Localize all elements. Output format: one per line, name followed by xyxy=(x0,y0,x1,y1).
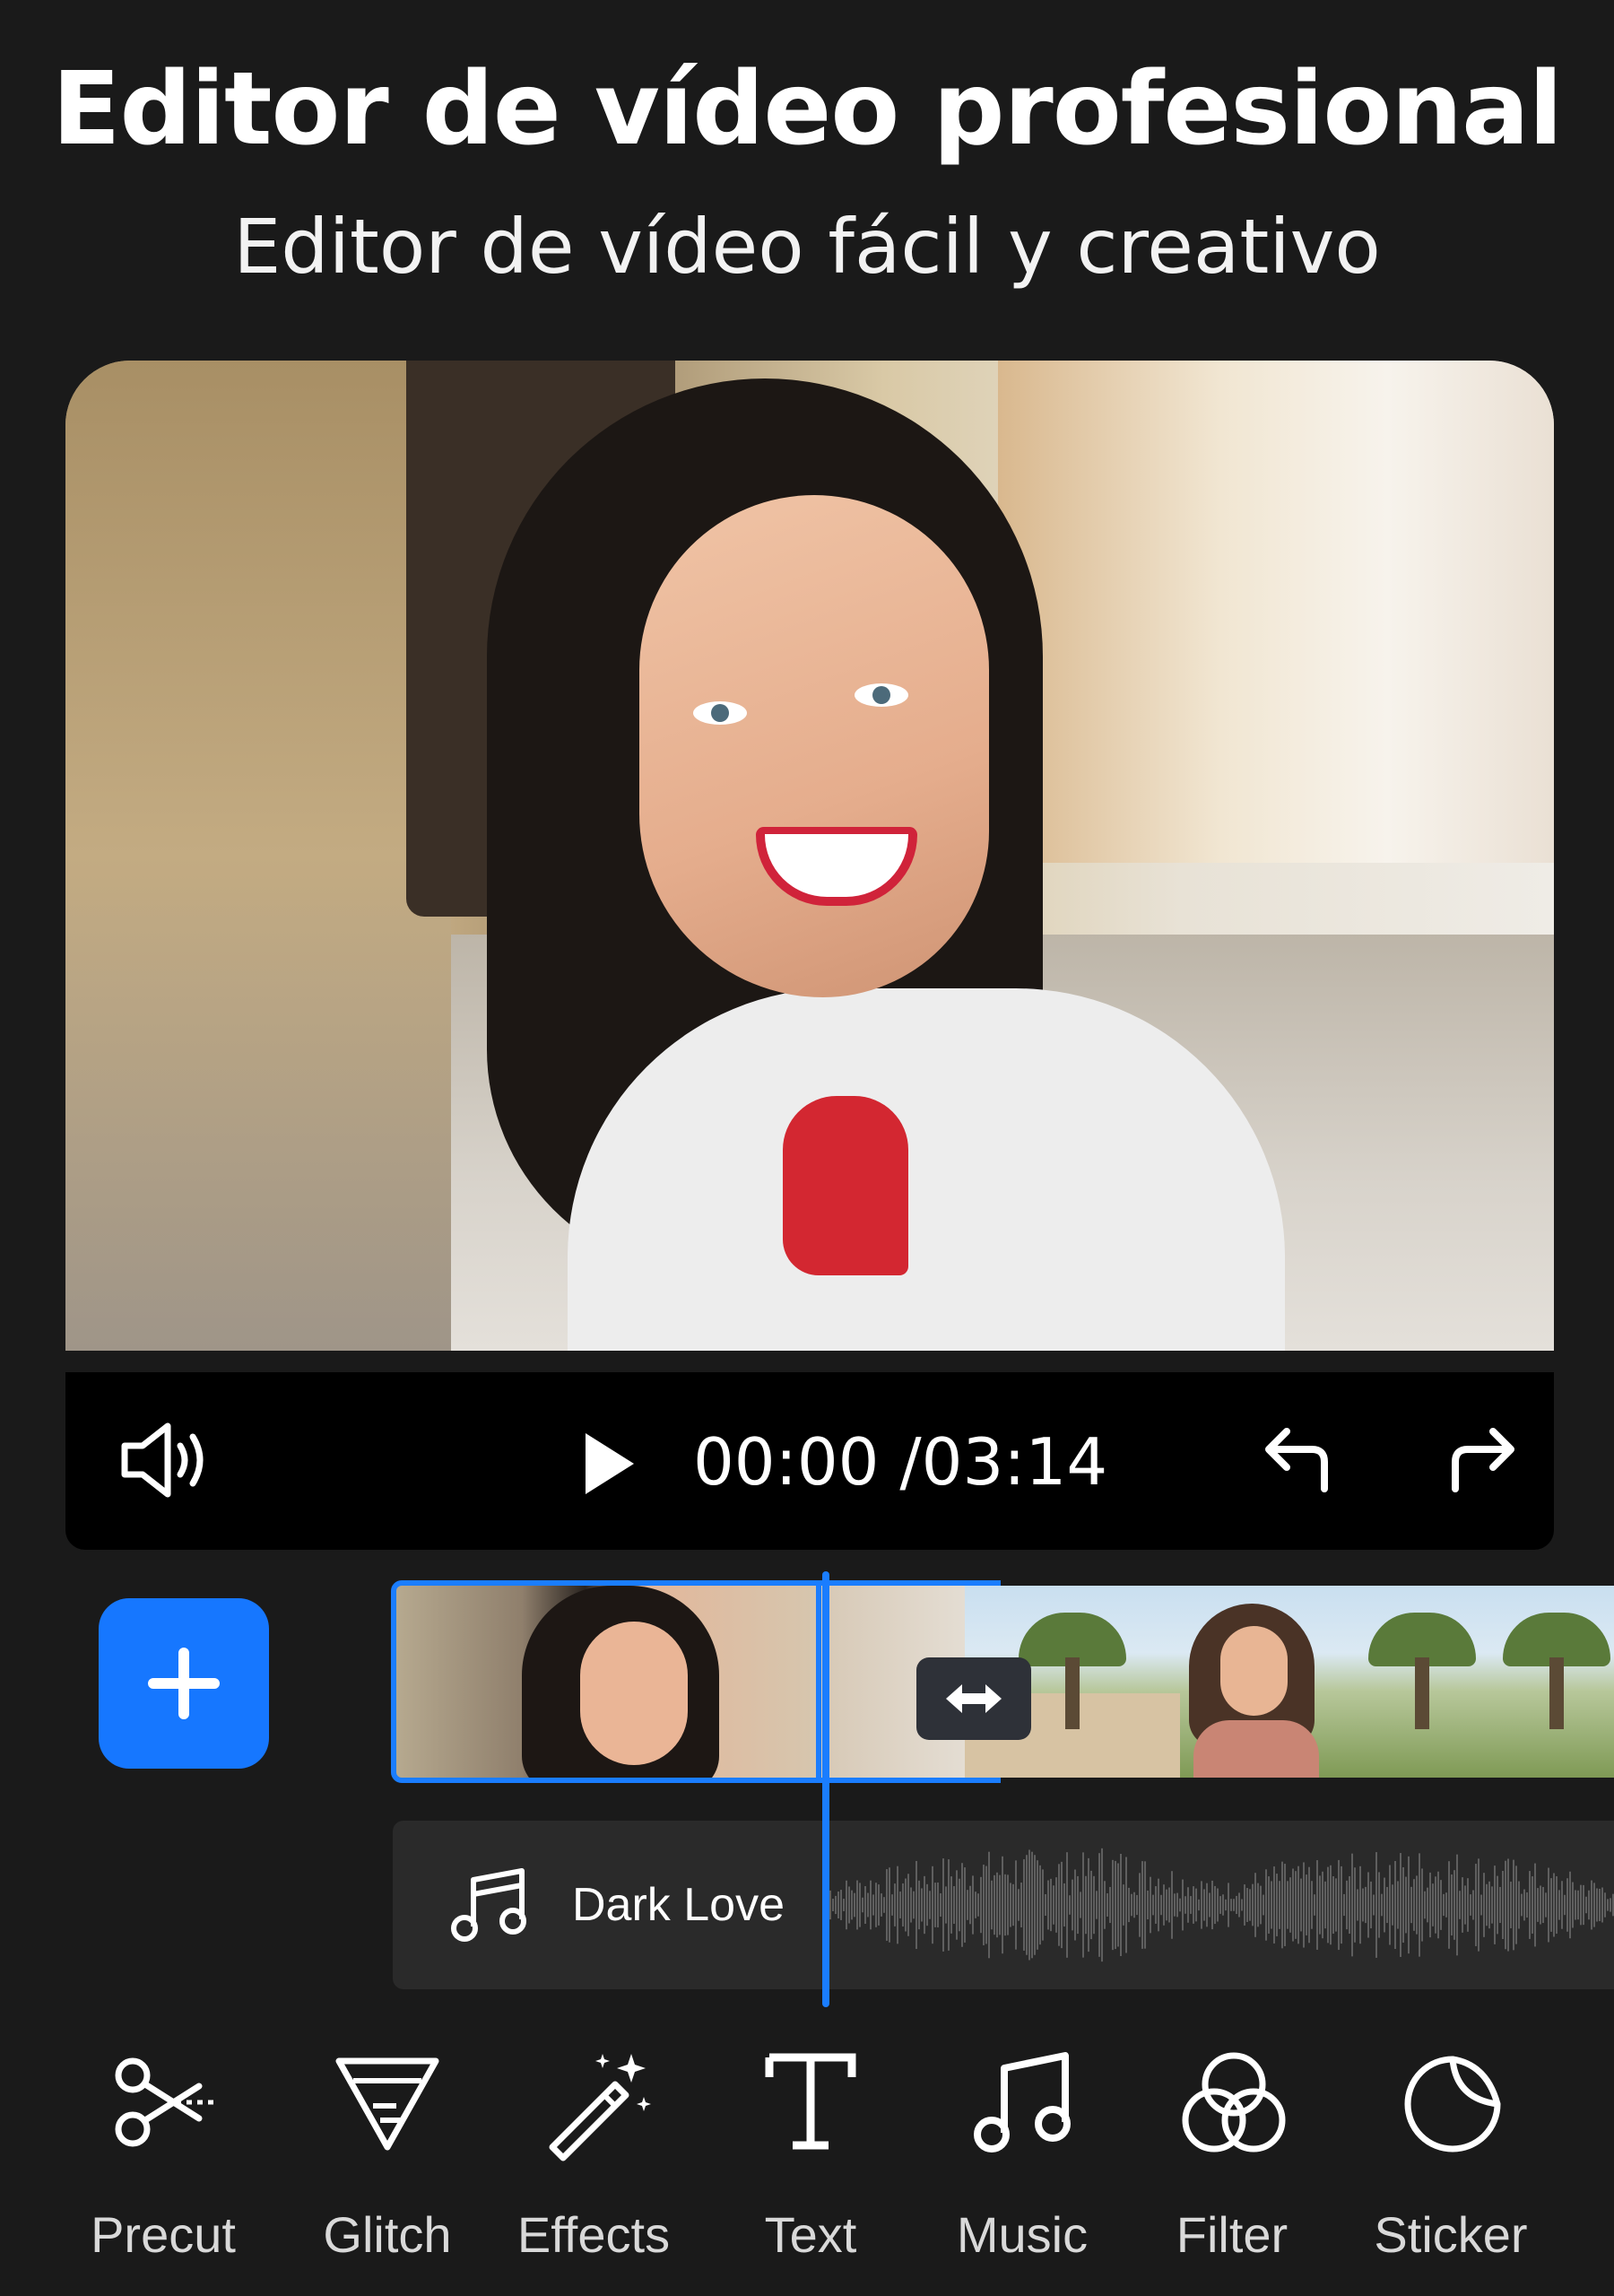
double-arrow-icon xyxy=(946,1684,1002,1713)
preview-wall xyxy=(65,361,451,1351)
redo-icon[interactable] xyxy=(1439,1422,1520,1499)
preview-buildings xyxy=(998,361,1554,863)
preview-subject-face xyxy=(639,495,989,997)
magic-wand-icon xyxy=(549,2054,651,2161)
sticker-icon xyxy=(1404,2056,1501,2152)
tool-sticker[interactable]: Sticker xyxy=(1343,2027,1558,2296)
preview-shirt-heart xyxy=(783,1096,908,1275)
preview-subject-shirt xyxy=(568,988,1285,1351)
current-time: 00:00 xyxy=(693,1424,880,1500)
page-subtitle: Editor de vídeo fácil y creativo xyxy=(233,203,1381,291)
tool-label: Glitch xyxy=(323,2206,452,2263)
video-clip-selected[interactable] xyxy=(391,1580,821,1783)
audio-label: Dark Love xyxy=(572,1879,785,1931)
tool-label: Music xyxy=(956,2206,1089,2263)
playhead[interactable] xyxy=(822,1571,829,2007)
add-clip-button[interactable] xyxy=(99,1598,269,1769)
audio-waveform xyxy=(828,1848,1614,1962)
tool-effects[interactable]: Effects xyxy=(486,2027,701,2296)
tool-label: Effects xyxy=(516,2206,671,2263)
tool-label: Sticker xyxy=(1374,2206,1528,2263)
preview-eye-left xyxy=(693,701,747,725)
transition-handle[interactable] xyxy=(916,1657,1031,1740)
filter-icon xyxy=(1182,2052,1286,2152)
glitch-icon xyxy=(335,2057,439,2151)
scissors-icon xyxy=(115,2057,213,2147)
editing-toolbar: Precut Glitch Effects Text Music Filter … xyxy=(0,2027,1614,2296)
music-note-icon xyxy=(450,1867,531,1949)
tool-music[interactable]: Music xyxy=(915,2027,1130,2296)
tool-filter[interactable]: Filter xyxy=(1124,2027,1340,2296)
playback-time: 00:00 /03:14 xyxy=(693,1426,1107,1498)
video-clip-second[interactable] xyxy=(965,1586,1614,1778)
tool-text[interactable]: Text xyxy=(703,2027,918,2296)
tool-label: Text xyxy=(764,2206,857,2263)
tool-glitch[interactable]: Glitch xyxy=(280,2027,495,2296)
audio-track[interactable]: Dark Love xyxy=(393,1821,1614,1989)
text-icon xyxy=(765,2053,856,2150)
total-time: /03:14 xyxy=(899,1424,1108,1500)
video-preview[interactable] xyxy=(65,361,1554,1351)
preview-eye-right xyxy=(855,683,908,707)
volume-icon[interactable] xyxy=(117,1415,216,1509)
player-controls: 00:00 /03:14 xyxy=(65,1372,1554,1550)
undo-icon[interactable] xyxy=(1260,1422,1341,1499)
tool-precut[interactable]: Precut xyxy=(56,2027,271,2296)
music-icon xyxy=(974,2052,1071,2152)
tool-label: Precut xyxy=(91,2206,236,2263)
page-title: Editor de vídeo profesional xyxy=(51,51,1563,168)
plus-icon xyxy=(148,1648,220,1719)
play-icon[interactable] xyxy=(578,1428,641,1504)
tool-label: Filter xyxy=(1176,2206,1289,2263)
